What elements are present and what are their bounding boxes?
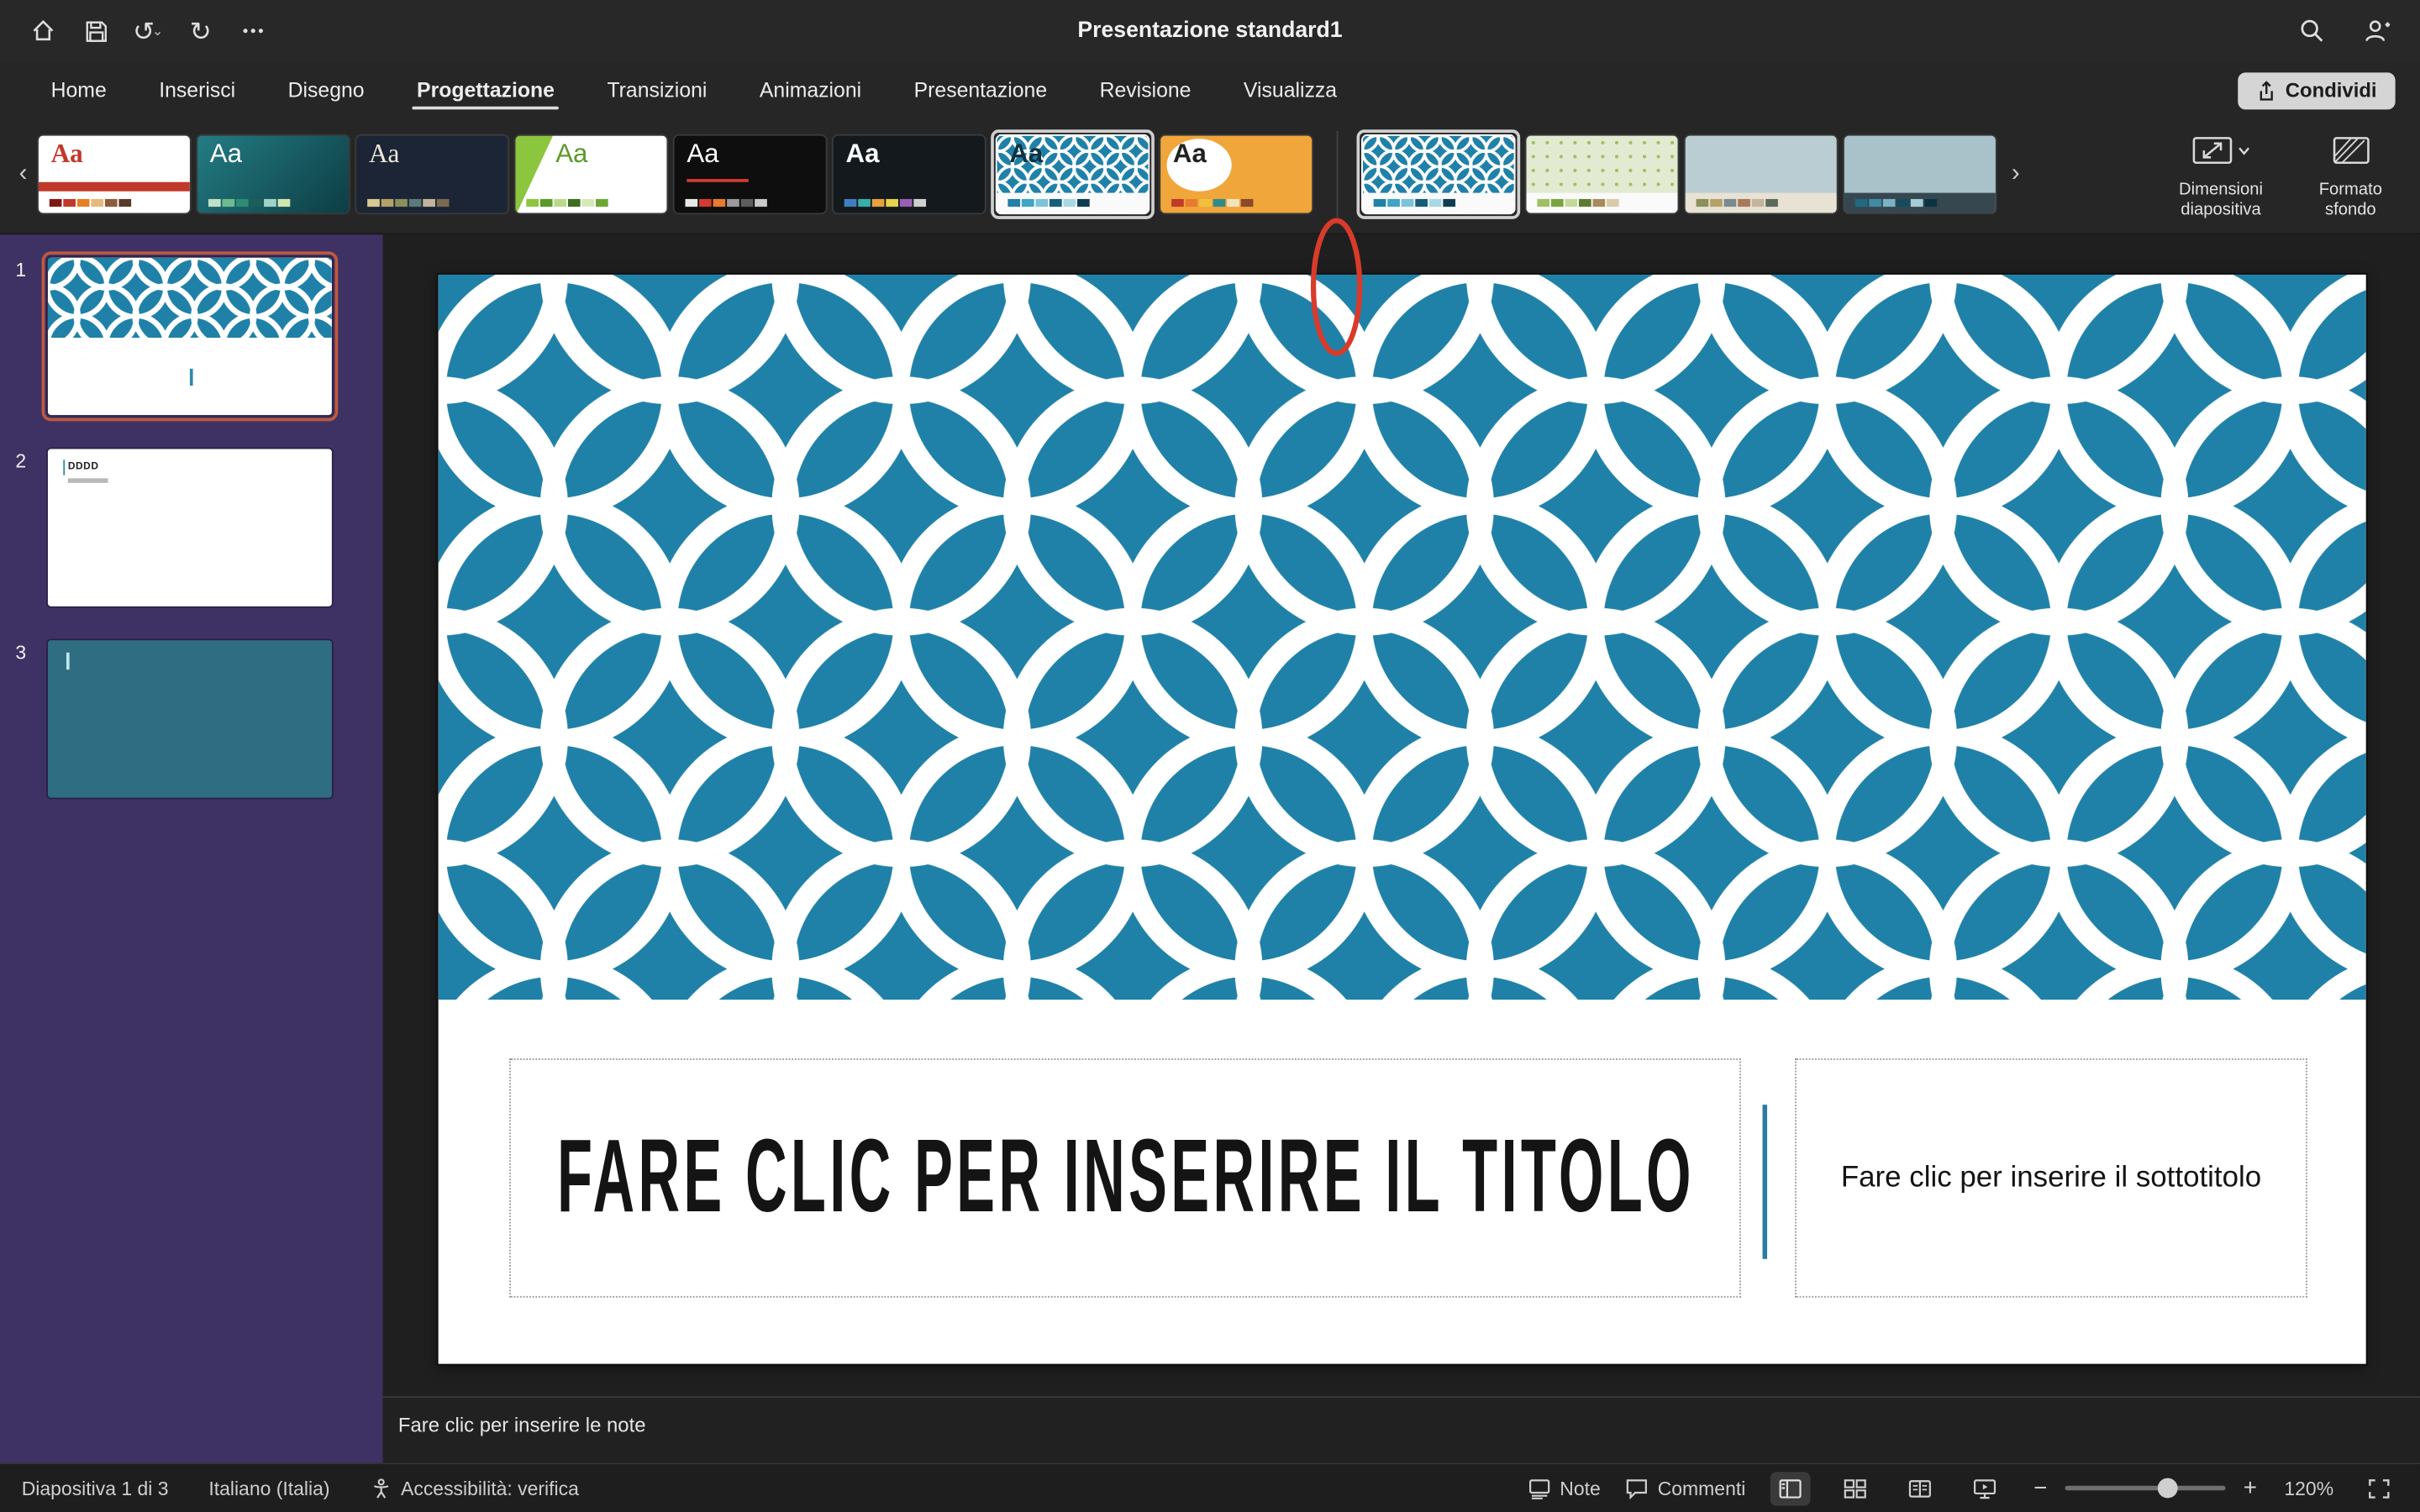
slide-number: 3 (15, 638, 46, 663)
zoom-in-button[interactable]: + (2239, 1475, 2261, 1501)
undo-icon[interactable]: ↺⌄ (127, 11, 170, 51)
slide-editor: FARE CLIC PER INSERIRE IL TITOLO Fare cl… (383, 234, 2420, 1462)
background-format-button[interactable]: Formato sfondo (2302, 129, 2398, 220)
zoom-slider[interactable] (2065, 1486, 2226, 1491)
canvas-area: FARE CLIC PER INSERIRE IL TITOLO Fare cl… (383, 234, 2420, 1396)
slide-thumbnail-2[interactable]: DDDD (46, 448, 334, 608)
comments-icon (1625, 1478, 1649, 1499)
notes-pane[interactable]: Fare clic per inserire le note (383, 1396, 2420, 1462)
notes-icon (1528, 1478, 1551, 1499)
account-icon[interactable] (2355, 11, 2398, 51)
theme-gallery-next-icon[interactable]: › (2002, 160, 2029, 188)
language-selector[interactable]: Italiano (Italia) (208, 1478, 329, 1499)
theme-thumbnail[interactable]: Aa (673, 134, 828, 215)
more-commands-icon[interactable] (232, 11, 275, 51)
zoom-out-button[interactable]: − (2029, 1475, 2051, 1501)
slide-circle-pattern (439, 275, 2366, 1000)
status-bar: Diapositiva 1 di 3 Italiano (Italia) Acc… (0, 1462, 2420, 1512)
text-cursor (190, 369, 192, 386)
slide-sorter-view-button[interactable] (1835, 1471, 1876, 1504)
tab-home[interactable]: Home (24, 68, 133, 116)
search-icon[interactable] (2291, 11, 2333, 51)
tab-progettazione[interactable]: Progettazione (391, 68, 581, 116)
slide2-body-line (68, 478, 108, 483)
tab-disegno[interactable]: Disegno (261, 68, 390, 116)
share-icon (2256, 80, 2276, 102)
theme-thumbnail[interactable]: Aa (355, 134, 509, 215)
text-cursor (63, 459, 65, 475)
slide-number: 2 (15, 448, 46, 472)
variant-thumbnail[interactable] (1843, 134, 1997, 215)
variant-thumbnail[interactable] (1684, 134, 1839, 215)
theme-gallery-prev-icon[interactable]: ‹ (9, 160, 37, 188)
save-icon[interactable] (74, 11, 117, 51)
powerpoint-window: ↺⌄ ↻ Presentazione standard1 Home Inseri… (0, 0, 2420, 1512)
slideshow-view-button[interactable] (1965, 1471, 2005, 1504)
slide-size-icon (2191, 134, 2233, 168)
notes-toggle[interactable]: Note (1528, 1478, 1601, 1499)
zoom-level[interactable]: 120% (2275, 1478, 2333, 1499)
tab-visualizza[interactable]: Visualizza (1218, 68, 1364, 116)
tab-inserisci[interactable]: Inserisci (133, 68, 261, 116)
theme-thumbnail[interactable]: Aa (832, 134, 986, 215)
theme-thumbnail[interactable]: Aa (196, 134, 350, 215)
tab-presentazione[interactable]: Presentazione (887, 68, 1073, 116)
zoom-slider-knob[interactable] (2158, 1478, 2178, 1499)
subtitle-placeholder[interactable]: Fare clic per inserire il sottotitolo (1795, 1058, 2307, 1298)
accessibility-check[interactable]: Accessibilità: verifica (370, 1478, 579, 1499)
reading-view-button[interactable] (1900, 1471, 1940, 1504)
title-bar: ↺⌄ ↻ Presentazione standard1 (0, 0, 2420, 61)
slide-thumbnail-1[interactable] (46, 256, 334, 417)
ribbon-tab-bar: Home Inserisci Disegno Progettazione Tra… (0, 61, 2420, 115)
notes-placeholder: Fare clic per inserire le note (398, 1413, 646, 1436)
normal-view-button[interactable] (1770, 1471, 1811, 1504)
theme-thumbnail[interactable]: Aa (514, 134, 669, 215)
background-format-icon (2331, 134, 2370, 168)
redo-icon[interactable]: ↻ (179, 11, 222, 51)
slide2-title-text: DDDD (68, 461, 99, 472)
tab-revisione[interactable]: Revisione (1073, 68, 1217, 116)
text-cursor (66, 653, 69, 669)
home-icon[interactable] (22, 11, 65, 51)
slide-thumbnail-panel: 1 2 DDDD 3 (0, 234, 383, 1462)
slide-size-button[interactable]: Dimensioni diapositiva (2160, 129, 2281, 220)
theme-thumbnail-selected[interactable]: Aa (991, 129, 1155, 219)
zoom-control: − + 120% (2029, 1475, 2333, 1501)
tab-animazioni[interactable]: Animazioni (734, 68, 888, 116)
theme-thumbnail[interactable]: Aa (1159, 134, 1313, 215)
fit-to-window-button[interactable] (2359, 1471, 2399, 1504)
comments-toggle[interactable]: Commenti (1625, 1478, 1745, 1499)
tab-transizioni[interactable]: Transizioni (581, 68, 733, 116)
slide-canvas[interactable]: FARE CLIC PER INSERIRE IL TITOLO Fare cl… (439, 275, 2366, 1364)
title-placeholder[interactable]: FARE CLIC PER INSERIRE IL TITOLO (509, 1058, 1741, 1298)
gallery-divider (1337, 131, 1339, 218)
theme-thumbnail[interactable]: Aa (37, 134, 192, 215)
slide-counter: Diapositiva 1 di 3 (22, 1478, 169, 1499)
circle-pattern-thumb (48, 258, 332, 339)
variant-thumbnail-selected[interactable] (1356, 129, 1520, 219)
share-button[interactable]: Condividi (2238, 72, 2396, 109)
variant-thumbnail[interactable] (1525, 134, 1680, 215)
slide-thumbnail-3[interactable] (46, 638, 334, 799)
title-subtitle-divider (1763, 1105, 1768, 1259)
accessibility-icon (370, 1478, 392, 1499)
slide-number: 1 (15, 256, 46, 281)
ribbon-design: ‹ Aa Aa Aa Aa Aa Aa Aa (0, 116, 2420, 234)
document-title: Presentazione standard1 (0, 18, 2420, 43)
chevron-down-icon (2238, 147, 2250, 156)
